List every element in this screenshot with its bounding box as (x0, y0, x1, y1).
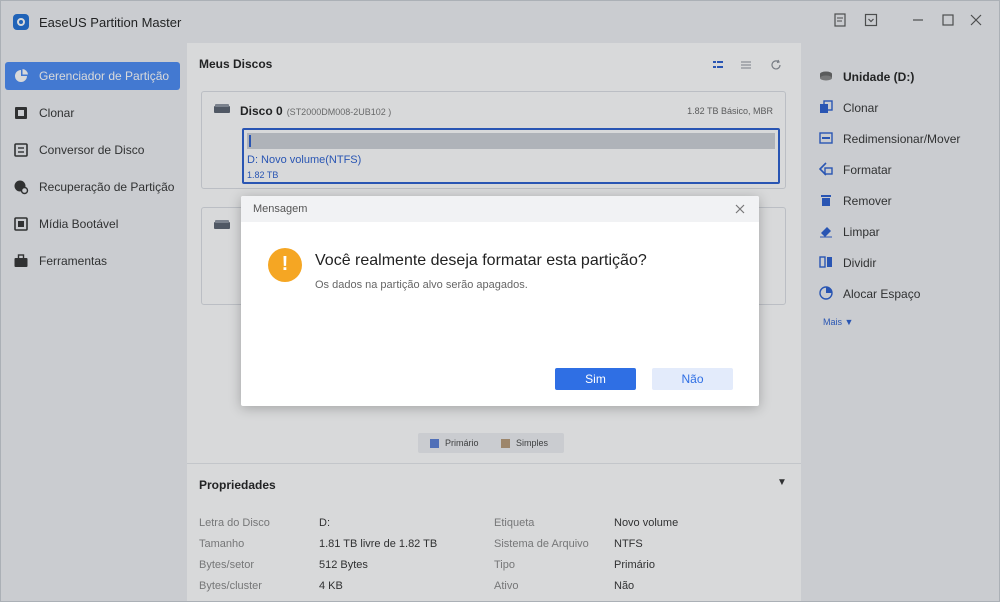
dialog-question: Você realmente deseja formatar esta part… (315, 252, 647, 269)
warning-icon: ! (268, 248, 302, 282)
confirm-dialog: Mensagem ! Você realmente deseja formata… (241, 196, 759, 406)
dialog-header: Mensagem (241, 196, 759, 222)
dialog-detail: Os dados na partição alvo serão apagados… (315, 279, 528, 291)
no-button[interactable]: Não (652, 368, 733, 390)
yes-button[interactable]: Sim (555, 368, 636, 390)
dialog-title: Mensagem (253, 203, 308, 215)
close-icon[interactable] (731, 200, 749, 218)
